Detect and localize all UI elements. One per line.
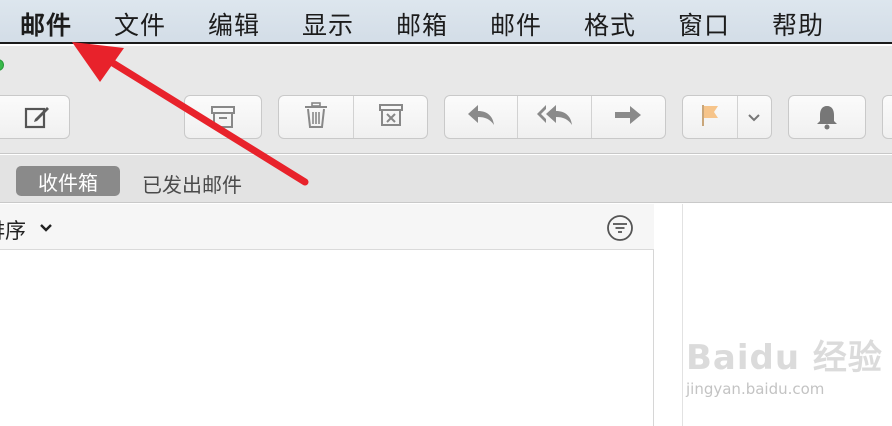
forward-icon (612, 102, 644, 132)
reply-all-icon (535, 102, 575, 132)
more-button[interactable] (882, 95, 892, 139)
window-titlebar (0, 46, 892, 90)
menu-edit[interactable]: 编辑 (208, 6, 260, 42)
menu-help[interactable]: 帮助 (772, 6, 824, 42)
mailbox-inbox-tab[interactable]: 收件箱 (16, 166, 120, 196)
notifications-button[interactable] (788, 95, 866, 139)
compose-button[interactable] (0, 95, 70, 139)
menu-view[interactable]: 显示 (302, 6, 354, 42)
sort-label[interactable]: 排序 (0, 215, 26, 245)
mailbox-sent-tab[interactable]: 已发出邮件 (142, 169, 242, 198)
delete-junk-group (278, 95, 428, 139)
menu-format[interactable]: 格式 (584, 6, 636, 42)
menu-window[interactable]: 窗口 (678, 6, 730, 42)
flag-group (682, 95, 772, 139)
toolbar (0, 90, 892, 154)
menu-message[interactable]: 邮件 (490, 6, 542, 42)
delete-button[interactable] (279, 96, 354, 138)
chevron-down-icon (747, 108, 761, 127)
chevron-down-icon[interactable] (38, 219, 54, 238)
reply-icon (465, 102, 497, 132)
reply-all-button[interactable] (518, 96, 592, 138)
menu-bar: 邮件 文件 编辑 显示 邮箱 邮件 格式 窗口 帮助 (0, 0, 892, 44)
archive-button[interactable] (184, 95, 262, 139)
compose-icon (23, 103, 51, 131)
reply-button[interactable] (445, 96, 519, 138)
junk-button[interactable] (354, 96, 427, 138)
bell-icon (814, 103, 840, 131)
archive-icon (209, 103, 237, 131)
menu-mail-app[interactable]: 邮件 (20, 6, 72, 42)
message-list-pane: 排序 (0, 204, 654, 426)
sort-bar: 排序 (0, 204, 654, 250)
flag-button[interactable] (683, 96, 738, 138)
trash-icon (303, 101, 329, 133)
flag-menu-button[interactable] (738, 96, 771, 138)
forward-button[interactable] (592, 96, 665, 138)
filter-icon[interactable] (606, 214, 634, 246)
pane-divider[interactable] (655, 204, 683, 426)
menu-file[interactable]: 文件 (114, 6, 166, 42)
flag-icon (699, 102, 721, 132)
junk-icon (377, 101, 405, 133)
message-viewer-pane (684, 204, 892, 426)
favorites-bar: 收件箱 已发出邮件 (0, 155, 892, 203)
reply-group (444, 95, 666, 139)
menu-mailbox[interactable]: 邮箱 (396, 6, 448, 42)
